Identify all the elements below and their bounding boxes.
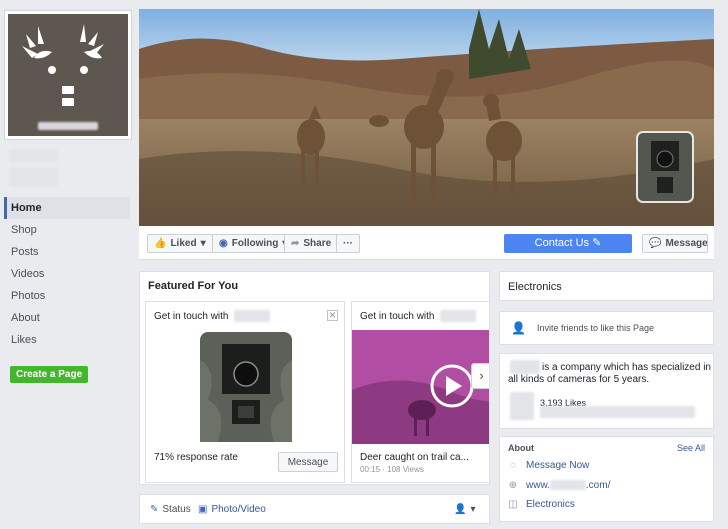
share-button[interactable]: ➦ Share xyxy=(284,234,339,253)
liked-button[interactable]: 👍 Liked ▾ xyxy=(147,234,213,253)
redacted-name xyxy=(234,310,270,322)
pencil-icon: ✎ xyxy=(592,237,602,249)
deer-logo xyxy=(8,14,128,136)
close-icon[interactable]: ✕ xyxy=(327,310,338,321)
trail-camera-image xyxy=(200,332,292,442)
page-name-redacted xyxy=(10,150,58,162)
featured-panel: Featured For You Get in touch with ✕ 71%… xyxy=(139,271,490,485)
chevron-right-icon[interactable]: › xyxy=(471,363,489,389)
featured-card-2[interactable]: Get in touch with Deer caught on trail c… xyxy=(351,301,490,483)
following-button[interactable]: ◉ Following ▾ xyxy=(212,234,295,253)
redacted-company xyxy=(510,360,540,374)
photo-video-tab[interactable]: ▣ Photo/Video xyxy=(198,504,266,515)
category-title: Electronics xyxy=(508,281,562,293)
nav-item-likes[interactable]: Likes xyxy=(4,329,130,351)
profile-picture[interactable] xyxy=(4,10,132,140)
website-row[interactable]: ⊕ www. .com/ xyxy=(508,480,611,491)
redacted-friends xyxy=(540,406,695,418)
about-title: About xyxy=(508,443,534,453)
category-row[interactable]: ◫ Electronics xyxy=(508,499,575,510)
card-heading: Get in touch with xyxy=(360,311,435,322)
tag-icon: ◫ xyxy=(508,499,518,510)
redacted-domain xyxy=(549,480,586,491)
trail-camera-icon xyxy=(636,131,694,203)
nav-item-about[interactable]: About xyxy=(4,307,130,329)
thumbs-up-icon: 👍 xyxy=(154,238,167,249)
caret-down-icon: ▾ xyxy=(470,504,476,515)
about-line-1: is a company which has specialized in xyxy=(542,362,711,373)
video-thumbnail[interactable] xyxy=(352,330,490,444)
audience-selector[interactable]: 👤 ▾ xyxy=(454,504,475,515)
redacted-name xyxy=(440,310,476,322)
about-summary-panel: is a company which has specialized in al… xyxy=(499,353,714,429)
nav-item-shop[interactable]: Shop xyxy=(4,219,130,241)
featured-card-1[interactable]: Get in touch with ✕ 71% response rate Me… xyxy=(145,301,345,483)
create-page-button[interactable]: Create a Page xyxy=(10,366,89,383)
redacted-avatars xyxy=(510,392,534,420)
response-rate: 71% response rate xyxy=(154,452,238,463)
nav-item-home[interactable]: Home xyxy=(4,197,130,219)
category-panel: Electronics xyxy=(499,271,714,301)
status-tab[interactable]: ✎ Status xyxy=(150,504,191,515)
rss-icon: ◉ xyxy=(219,238,228,249)
share-icon: ➦ xyxy=(291,238,300,249)
nav-item-photos[interactable]: Photos xyxy=(4,285,130,307)
about-line-2: all kinds of cameras for 5 years. xyxy=(508,374,650,385)
video-title: Deer caught on trail ca... xyxy=(360,452,469,463)
person-icon: 👤 xyxy=(454,504,467,515)
featured-title: Featured For You xyxy=(148,280,239,292)
pencil-icon: ✎ xyxy=(150,504,159,515)
message-button[interactable]: 💬 Message xyxy=(642,234,708,253)
page-handle-redacted xyxy=(10,168,58,186)
about-panel: About See All ◌ Message Now ⊕ www. .com/ … xyxy=(499,436,714,522)
left-nav: Home Shop Posts Videos Photos About Like… xyxy=(4,197,130,351)
card-heading: Get in touch with xyxy=(154,311,229,322)
see-all-link[interactable]: See All xyxy=(677,443,705,453)
globe-icon: ⊕ xyxy=(508,480,518,491)
page-action-bar: 👍 Liked ▾ ◉ Following ▾ ➦ Share ··· Cont… xyxy=(139,226,714,260)
add-friend-icon: 👤 xyxy=(511,321,526,335)
card-message-button[interactable]: Message xyxy=(278,452,338,472)
post-composer: ✎ Status ▣ Photo/Video 👤 ▾ xyxy=(139,494,490,524)
invite-panel[interactable]: 👤 Invite friends to like this Page xyxy=(499,311,714,345)
chat-bubble-icon: 💬 xyxy=(649,238,662,249)
chat-bubble-icon: ◌ xyxy=(510,460,516,471)
message-now-row[interactable]: ◌ Message Now xyxy=(508,460,589,471)
photo-icon: ▣ xyxy=(198,504,208,515)
nav-item-posts[interactable]: Posts xyxy=(4,241,130,263)
cover-photo[interactable] xyxy=(139,9,714,226)
more-options-button[interactable]: ··· xyxy=(336,234,360,253)
nav-item-videos[interactable]: Videos xyxy=(4,263,130,285)
contact-us-button[interactable]: Contact Us ✎ xyxy=(504,234,632,253)
caret-down-icon: ▾ xyxy=(200,238,206,249)
invite-text: Invite friends to like this Page xyxy=(537,323,655,333)
video-meta: 00:15 · 108 Views xyxy=(360,465,424,474)
